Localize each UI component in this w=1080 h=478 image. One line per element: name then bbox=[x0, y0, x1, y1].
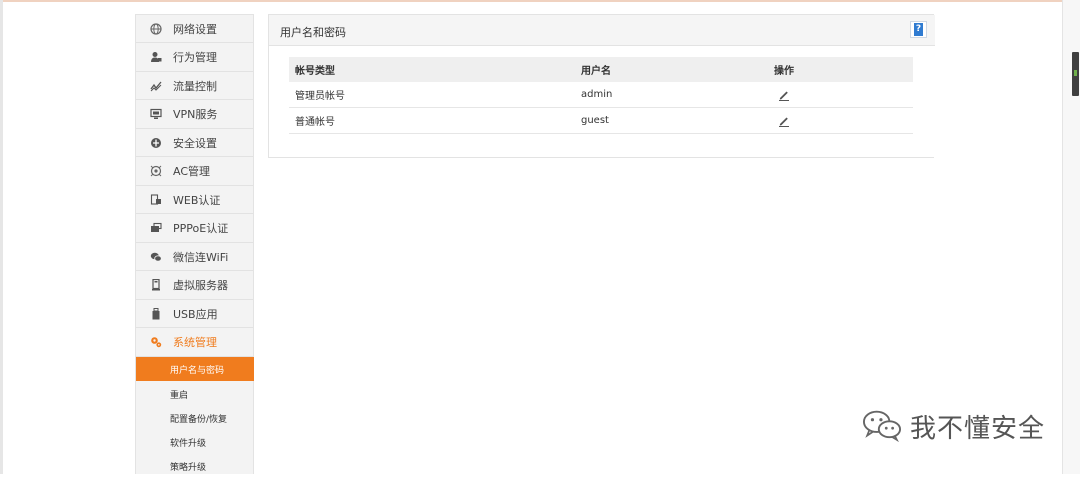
account-username: admin bbox=[581, 89, 613, 100]
account-type: 普通帐号 bbox=[295, 117, 335, 128]
sidebar-item-label: VPN服务 bbox=[173, 108, 218, 121]
wechat-logo-icon bbox=[860, 408, 904, 445]
sidebar-item-vpn[interactable]: VPN服务 bbox=[136, 101, 253, 129]
sidebar: 网络设置 行为管理 流量控制 VPN服务 安全设置 AC管理 WEB认证 PPP… bbox=[135, 14, 254, 474]
sidebar-item-network[interactable]: 网络设置 bbox=[136, 15, 253, 43]
table-row: 管理员帐号 admin bbox=[289, 82, 913, 108]
globe-icon bbox=[149, 22, 163, 36]
sidebar-item-label: 系统管理 bbox=[173, 336, 217, 349]
scrollbar-thumb[interactable] bbox=[1072, 52, 1079, 96]
sidebar-item-label: AC管理 bbox=[173, 165, 211, 178]
help-button[interactable]: ? bbox=[910, 21, 927, 38]
wechat-icon bbox=[149, 250, 163, 264]
gear-icon bbox=[149, 335, 163, 349]
watermark: 我不懂安全 bbox=[860, 408, 1045, 445]
accounts-table: 帐号类型 用户名 操作 管理员帐号 admin 普通帐号 guest bbox=[289, 57, 913, 134]
subitem-label: 配置备份/恢复 bbox=[170, 414, 228, 425]
sidebar-item-label: 流量控制 bbox=[173, 79, 217, 93]
table-header: 帐号类型 用户名 操作 bbox=[289, 57, 913, 82]
account-type: 管理员帐号 bbox=[295, 91, 345, 102]
vpn-icon bbox=[149, 107, 163, 121]
sidebar-item-label: 行为管理 bbox=[173, 51, 217, 64]
subitem-label: 用户名与密码 bbox=[170, 365, 225, 376]
edit-icon[interactable] bbox=[778, 115, 790, 127]
sidebar-item-label: USB应用 bbox=[173, 307, 218, 321]
subitem-policy-upgrade[interactable]: 策略升级 bbox=[136, 454, 254, 478]
help-icon: ? bbox=[914, 23, 923, 36]
subitem-reboot[interactable]: 重启 bbox=[136, 382, 254, 406]
sidebar-item-virtual-server[interactable]: 虚拟服务器 bbox=[136, 272, 253, 300]
server-icon bbox=[149, 278, 163, 292]
sidebar-item-label: 虚拟服务器 bbox=[173, 279, 228, 292]
top-accent-line bbox=[0, 0, 1080, 2]
column-header-action: 操作 bbox=[774, 66, 794, 77]
subitem-username-password[interactable]: 用户名与密码 bbox=[136, 357, 254, 381]
row-action bbox=[774, 108, 790, 133]
panel-title: 用户名和密码 bbox=[280, 26, 346, 39]
credentials-panel: 用户名和密码 ? 帐号类型 用户名 操作 管理员帐号 admin 普通帐号 gu… bbox=[268, 14, 935, 158]
shield-icon bbox=[149, 136, 163, 150]
subitem-label: 重启 bbox=[170, 390, 189, 401]
panel-header: 用户名和密码 ? bbox=[269, 15, 935, 46]
sidebar-item-label: 微信连WiFi bbox=[173, 250, 229, 264]
sidebar-item-ac[interactable]: AC管理 bbox=[136, 158, 253, 186]
pppoe-icon bbox=[149, 221, 163, 235]
sidebar-item-traffic[interactable]: 流量控制 bbox=[136, 72, 253, 100]
sidebar-item-behavior[interactable]: 行为管理 bbox=[136, 44, 253, 72]
usb-icon bbox=[149, 307, 163, 321]
subitem-label: 策略升级 bbox=[170, 462, 207, 473]
user-manage-icon bbox=[149, 50, 163, 64]
sidebar-item-system[interactable]: 系统管理 bbox=[136, 329, 253, 357]
sidebar-item-pppoe[interactable]: PPPoE认证 bbox=[136, 215, 253, 243]
edit-icon[interactable] bbox=[778, 89, 790, 101]
table-row: 普通帐号 guest bbox=[289, 108, 913, 134]
watermark-text: 我不懂安全 bbox=[910, 414, 1046, 444]
web-auth-icon bbox=[149, 193, 163, 207]
account-username: guest bbox=[581, 115, 609, 126]
sidebar-item-label: WEB认证 bbox=[173, 193, 221, 207]
sidebar-item-label: 安全设置 bbox=[173, 136, 217, 150]
sidebar-item-security[interactable]: 安全设置 bbox=[136, 129, 253, 157]
sidebar-item-wechat-wifi[interactable]: 微信连WiFi bbox=[136, 243, 253, 271]
sidebar-item-web-auth[interactable]: WEB认证 bbox=[136, 186, 253, 214]
left-window-edge bbox=[0, 0, 3, 474]
column-header-type: 帐号类型 bbox=[295, 66, 335, 77]
ac-icon bbox=[149, 164, 163, 178]
row-action bbox=[774, 82, 790, 107]
subitem-label: 软件升级 bbox=[170, 438, 207, 449]
column-header-username: 用户名 bbox=[581, 66, 611, 77]
traffic-icon bbox=[149, 79, 163, 93]
sidebar-item-label: PPPoE认证 bbox=[173, 222, 229, 235]
sidebar-item-usb[interactable]: USB应用 bbox=[136, 300, 253, 328]
sidebar-item-label: 网络设置 bbox=[173, 22, 217, 36]
subitem-config-backup[interactable]: 配置备份/恢复 bbox=[136, 406, 254, 430]
subitem-software-upgrade[interactable]: 软件升级 bbox=[136, 430, 254, 454]
